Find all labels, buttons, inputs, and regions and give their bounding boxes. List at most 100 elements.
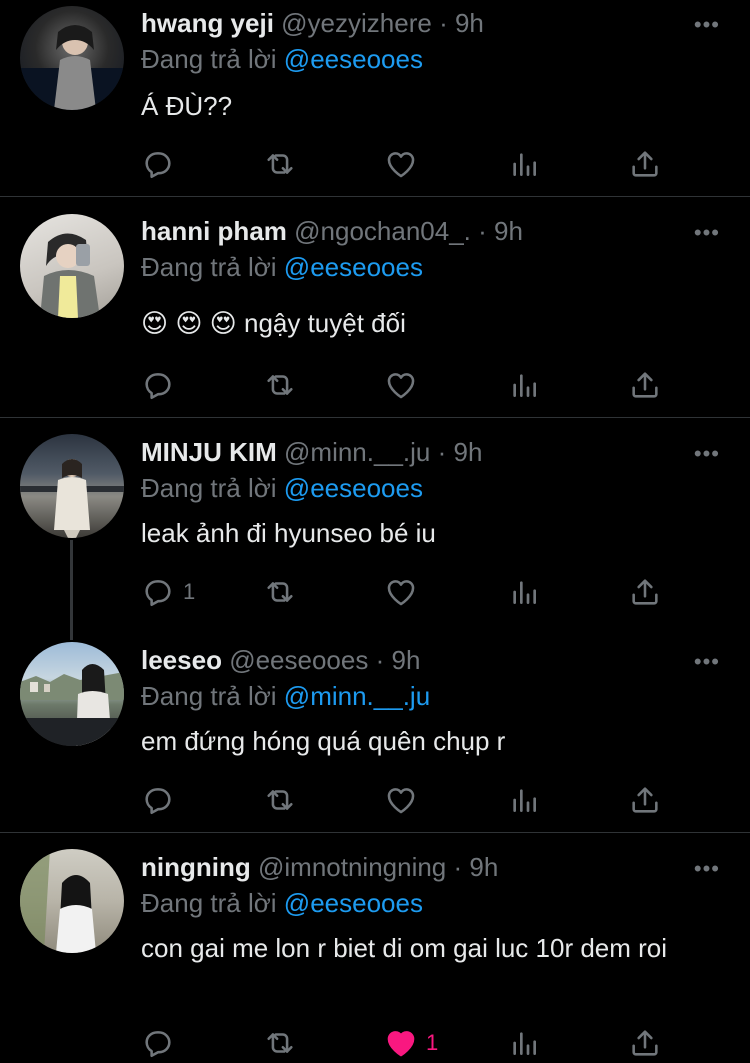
username[interactable]: @eeseooes: [229, 645, 368, 675]
tweet-header: hanni pham @ngochan04_. · 9h: [141, 216, 523, 246]
timestamp[interactable]: 9h: [454, 437, 483, 467]
timestamp[interactable]: 9h: [494, 216, 523, 246]
more-options-icon[interactable]: •••: [694, 858, 720, 880]
replying-to: Đang trả lời @eeseooes: [141, 473, 423, 503]
more-options-icon[interactable]: •••: [694, 222, 720, 244]
share-icon: [632, 1030, 658, 1056]
replying-label: Đang trả lời: [141, 888, 277, 918]
reply-button[interactable]: 1: [141, 572, 195, 612]
replying-label: Đang trả lời: [141, 473, 277, 503]
views-icon: [513, 581, 536, 604]
reply-icon: [145, 152, 171, 179]
reply-mention-link[interactable]: @eeseooes: [284, 44, 423, 74]
retweet-button[interactable]: [262, 1023, 298, 1063]
reply-count: 1: [183, 579, 196, 604]
retweet-icon: [267, 790, 293, 810]
separator-dot: ·: [437, 437, 447, 467]
heart-icon: [387, 373, 415, 399]
views-button[interactable]: [508, 780, 540, 820]
like-button[interactable]: [384, 572, 426, 612]
heart-filled-icon: [387, 1031, 415, 1057]
display-name[interactable]: hwang yeji: [141, 8, 274, 38]
tweet-5[interactable]: ningning @imnotningning · 9h ••• Đang tr…: [0, 833, 750, 1058]
reply-mention-link[interactable]: @eeseooes: [284, 888, 423, 918]
timestamp[interactable]: 9h: [469, 852, 498, 882]
share-button[interactable]: [628, 780, 662, 820]
retweet-button[interactable]: [262, 365, 298, 405]
like-button[interactable]: [384, 144, 426, 184]
reply-button[interactable]: [141, 780, 183, 820]
avatar[interactable]: [20, 434, 124, 538]
action-bar: [0, 144, 750, 184]
tweet-header: MINJU KIM @minn.__.ju · 9h: [141, 437, 482, 467]
views-button[interactable]: [508, 572, 540, 612]
tweet-2[interactable]: hanni pham @ngochan04_. · 9h ••• Đang tr…: [0, 197, 750, 417]
display-name[interactable]: MINJU KIM: [141, 437, 277, 467]
reply-button[interactable]: [141, 365, 183, 405]
reply-icon: [145, 373, 171, 400]
reply-mention-link[interactable]: @eeseooes: [284, 252, 423, 282]
username[interactable]: @imnotningning: [258, 852, 446, 882]
replying-label: Đang trả lời: [141, 252, 277, 282]
tweet-text: 😍 😍 😍 ngậy tuyệt đối: [141, 308, 406, 338]
more-options-icon[interactable]: •••: [694, 443, 720, 465]
share-button[interactable]: [628, 572, 662, 612]
replying-to: Đang trả lời @eeseooes: [141, 888, 423, 918]
views-button[interactable]: [508, 1023, 540, 1063]
reply-mention-link[interactable]: @minn.__.ju: [284, 681, 430, 711]
share-button[interactable]: [628, 1023, 662, 1063]
retweet-button[interactable]: [262, 144, 298, 184]
replying-to: Đang trả lời @eeseooes: [141, 44, 423, 74]
timestamp[interactable]: 9h: [455, 8, 484, 38]
heart-icon: [387, 580, 415, 606]
tweet-text: con gai me lon r biet di om gai luc 10r …: [141, 933, 668, 963]
share-icon: [632, 787, 658, 813]
tweet-header: hwang yeji @yezyizhere · 9h: [141, 8, 484, 38]
replying-label: Đang trả lời: [141, 44, 277, 74]
display-name[interactable]: hanni pham: [141, 216, 287, 246]
tweet-1[interactable]: hwang yeji @yezyizhere · 9h ••• Đang trả…: [0, 0, 750, 196]
action-bar: [0, 365, 750, 405]
views-icon: [513, 789, 536, 812]
avatar[interactable]: [20, 214, 124, 318]
timestamp[interactable]: 9h: [391, 645, 420, 675]
username[interactable]: @yezyizhere: [281, 8, 432, 38]
tweet-4[interactable]: leeseo @eeseooes · 9h ••• Đang trả lời @…: [0, 626, 750, 832]
retweet-button[interactable]: [262, 780, 298, 820]
tweet-text: em đứng hóng quá quên chụp r: [141, 726, 506, 756]
tweet-text: Á ĐÙ??: [141, 91, 233, 121]
views-icon: [513, 153, 536, 176]
action-bar: [0, 780, 750, 820]
separator-dot: ·: [453, 852, 463, 882]
like-button[interactable]: [384, 780, 426, 820]
share-icon: [632, 579, 658, 605]
reply-button[interactable]: [141, 144, 183, 184]
share-button[interactable]: [628, 365, 662, 405]
views-button[interactable]: [508, 365, 540, 405]
avatar[interactable]: [20, 849, 124, 953]
retweet-icon: [267, 375, 293, 395]
display-name[interactable]: leeseo: [141, 645, 222, 675]
username[interactable]: @minn.__.ju: [284, 437, 430, 467]
share-button[interactable]: [628, 144, 662, 184]
retweet-icon: [267, 154, 293, 174]
reply-button[interactable]: [141, 1023, 183, 1063]
avatar[interactable]: [20, 6, 124, 110]
avatar[interactable]: [20, 642, 124, 746]
replying-to: Đang trả lời @minn.__.ju: [141, 681, 430, 711]
more-options-icon[interactable]: •••: [694, 651, 720, 673]
views-button[interactable]: [508, 144, 540, 184]
like-button[interactable]: [384, 365, 426, 405]
views-icon: [513, 374, 536, 397]
separator-dot: ·: [439, 8, 448, 38]
reply-mention-link[interactable]: @eeseooes: [284, 473, 423, 503]
separator-dot: ·: [375, 645, 385, 675]
retweet-button[interactable]: [262, 572, 298, 612]
tweet-3[interactable]: MINJU KIM @minn.__.ju · 9h ••• Đang trả …: [0, 418, 750, 626]
reply-icon: [145, 788, 171, 815]
replying-label: Đang trả lời: [141, 681, 277, 711]
display-name[interactable]: ningning: [141, 852, 251, 882]
like-button[interactable]: 1: [384, 1023, 438, 1063]
username[interactable]: @ngochan04_.: [294, 216, 471, 246]
more-options-icon[interactable]: •••: [694, 14, 720, 36]
